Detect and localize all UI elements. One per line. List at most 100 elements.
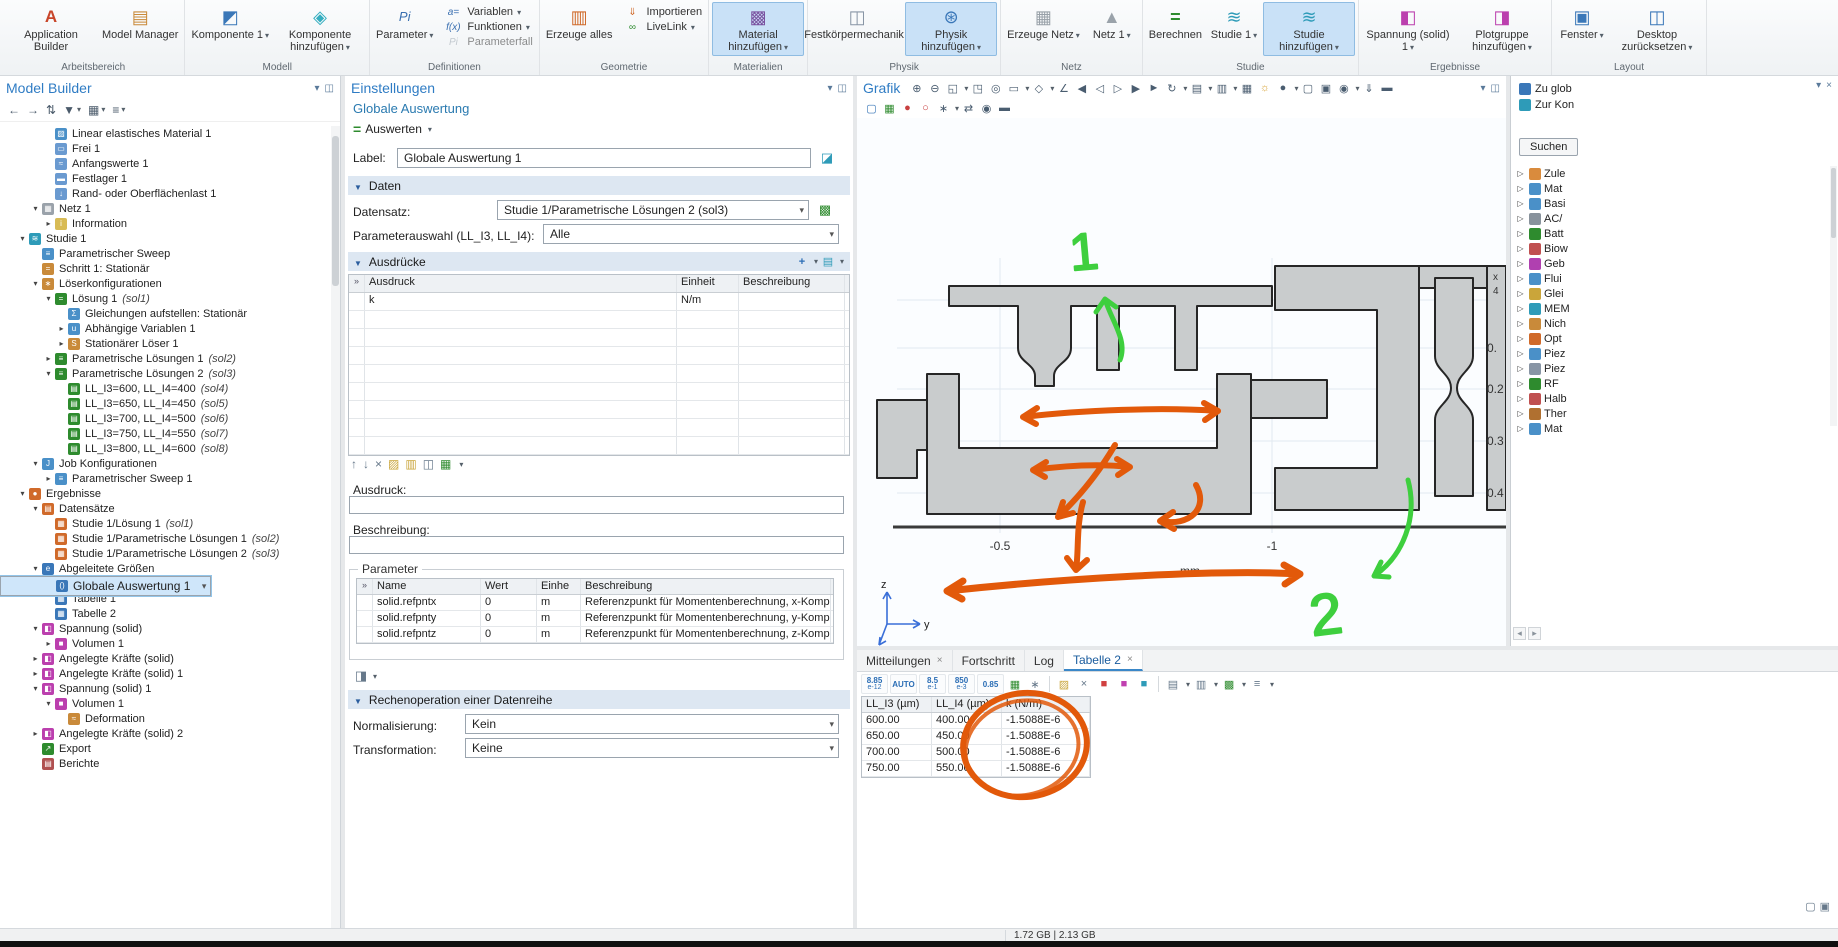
- play-animation-icon[interactable]: ►: [1145, 80, 1162, 97]
- empty-table-row[interactable]: [349, 437, 849, 455]
- print-graphics-icon[interactable]: ▬: [996, 100, 1013, 117]
- normalisierung-select[interactable]: Kein: [465, 714, 839, 734]
- tree-item-spannung-solid[interactable]: ▾◧Spannung (solid): [0, 621, 331, 636]
- marker-add-icon[interactable]: ●: [899, 100, 916, 117]
- measure-icon[interactable]: ∠: [1055, 80, 1072, 97]
- empty-table-row[interactable]: [349, 347, 849, 365]
- tree-item-tabelle-2[interactable]: ▦Tabelle 2: [0, 606, 331, 621]
- table-row[interactable]: 750.00550.00-1.5088E-6: [862, 761, 1090, 777]
- format-engineering-icon[interactable]: 850e-3: [948, 674, 975, 694]
- format-full-precision-icon[interactable]: 8.85e-12: [861, 674, 888, 694]
- material-category-ther-16[interactable]: ▷Ther: [1513, 406, 1570, 421]
- tree-item-information[interactable]: ▸iInformation: [0, 216, 331, 231]
- move-up-icon[interactable]: ↑: [351, 457, 357, 471]
- pin-panel-icon[interactable]: ◫: [1491, 83, 1500, 94]
- vertical-scrollbar[interactable]: [1830, 166, 1837, 426]
- plot-table-icon[interactable]: ▩: [1220, 675, 1238, 693]
- image-snapshot-icon[interactable]: ◉: [1335, 80, 1352, 97]
- last-solution-icon[interactable]: ▶: [1127, 80, 1144, 97]
- evaluate-button[interactable]: Auswerten ▾: [353, 121, 432, 137]
- color-teal-icon[interactable]: ■: [1135, 675, 1153, 693]
- expander-closed-icon[interactable]: ▷: [1515, 349, 1526, 358]
- equation-view-icon[interactable]: [817, 148, 837, 168]
- material-category-rf-14[interactable]: ▷RF: [1513, 376, 1570, 391]
- gear-settings-icon[interactable]: ∗: [935, 100, 952, 117]
- format-decimal-icon[interactable]: 0.85: [977, 674, 1004, 694]
- expander-closed-icon[interactable]: ▸: [43, 639, 54, 648]
- tree-item-frei-1[interactable]: ▭Frei 1: [0, 141, 331, 156]
- section-daten[interactable]: Daten: [348, 176, 850, 195]
- tree-item-studie-1-l-sung-1[interactable]: ▦Studie 1/Lösung 1(sol1): [0, 516, 331, 531]
- ribbon-button-plotgruppe-hinzuf-gen[interactable]: ◨Plotgruppe hinzufügen▾: [1456, 2, 1548, 56]
- ribbon-button-livelink[interactable]: ∞LiveLink▾: [617, 20, 705, 34]
- parameterauswahl-select[interactable]: Alle: [543, 224, 839, 244]
- ribbon-button-studie-1[interactable]: ≋Studie 1▾: [1207, 2, 1261, 44]
- pin-panel-icon[interactable]: ◫: [838, 83, 847, 94]
- tree-item-studie-1-parametrische-l-sungen-1[interactable]: ▦Studie 1/Parametrische Lösungen 1(sol2): [0, 531, 331, 546]
- expander-open-icon[interactable]: ▾: [43, 369, 54, 378]
- tab-fortschritt[interactable]: Fortschritt: [953, 650, 1025, 671]
- expander-closed-icon[interactable]: ▷: [1515, 289, 1526, 298]
- table-row[interactable]: 700.00500.00-1.5088E-6: [862, 745, 1090, 761]
- expander-closed-icon[interactable]: ▸: [43, 219, 54, 228]
- model-tree-scrollbar[interactable]: [331, 126, 340, 928]
- expander-open-icon[interactable]: ▾: [17, 489, 28, 498]
- empty-table-row[interactable]: [349, 401, 849, 419]
- edit-table-icon[interactable]: ▨: [1055, 675, 1073, 693]
- scroll-right-icon[interactable]: ▸: [1528, 627, 1541, 640]
- panel-menu-icon[interactable]: ▾: [1481, 83, 1486, 94]
- ribbon-button-physik-hinzuf-gen[interactable]: ⊛Physik hinzufügen▾: [905, 2, 997, 56]
- tree-item-job-konfigurationen[interactable]: ▾JJob Konfigurationen: [0, 456, 331, 471]
- expander-closed-icon[interactable]: ▷: [1515, 229, 1526, 238]
- material-category-mat-17[interactable]: ▷Mat: [1513, 421, 1570, 436]
- expander-closed-icon[interactable]: ▷: [1515, 364, 1526, 373]
- zoom-box-icon[interactable]: ◱: [944, 80, 961, 97]
- gear-settings-icon[interactable]: ∗: [1026, 675, 1044, 693]
- tree-item-studie-1[interactable]: ▾≋Studie 1: [0, 231, 331, 246]
- section-rechenoperation[interactable]: Rechenoperation einer Datenreihe: [348, 690, 850, 709]
- next-solution-icon[interactable]: ▷: [1109, 80, 1126, 97]
- axis-limits-icon[interactable]: ▭: [1005, 80, 1022, 97]
- synchronize-icon[interactable]: ⇄: [960, 100, 977, 117]
- filter-icon[interactable]: ▼▾: [63, 103, 81, 117]
- load-expression-icon[interactable]: ▥: [405, 457, 416, 471]
- color-red-icon[interactable]: ■: [1095, 675, 1113, 693]
- expander-open-icon[interactable]: ▾: [30, 624, 41, 633]
- ribbon-button-fenster[interactable]: ▣Fenster▾: [1555, 2, 1609, 44]
- tree-item-ll-i3-600-ll-i4-400[interactable]: ▤LL_I3=600, LL_I4=400(sol4): [0, 381, 331, 396]
- ribbon-button-application-builder[interactable]: AApplication Builder: [5, 2, 97, 55]
- material-category-nich-10[interactable]: ▷Nich: [1513, 316, 1570, 331]
- scroll-left-icon[interactable]: ◂: [1513, 627, 1526, 640]
- goto-button-zu-glob[interactable]: Zu glob: [1515, 82, 1576, 96]
- transformation-select[interactable]: Keine: [465, 738, 839, 758]
- tree-item-volumen-1[interactable]: ▾■Volumen 1: [0, 696, 331, 711]
- horizontal-scrollbar[interactable]: ◂ ▸: [1513, 627, 1541, 640]
- expander-open-icon[interactable]: ▾: [30, 459, 41, 468]
- expander-closed-icon[interactable]: ▸: [43, 354, 54, 363]
- empty-table-row[interactable]: [349, 311, 849, 329]
- table-settings-icon[interactable]: ▦: [1006, 675, 1024, 693]
- ribbon-button-parameter[interactable]: PiParameter▾: [373, 2, 436, 44]
- expander-closed-icon[interactable]: ▷: [1515, 319, 1526, 328]
- nav-forward-icon[interactable]: →: [27, 103, 39, 117]
- expander-closed-icon[interactable]: ▷: [1515, 169, 1526, 178]
- zoom-out-icon[interactable]: ⊖: [926, 80, 943, 97]
- tree-item-festlager-1[interactable]: ▬Festlager 1: [0, 171, 331, 186]
- delete-row-icon[interactable]: ×: [375, 457, 382, 471]
- expander-closed-icon[interactable]: ▷: [1515, 334, 1526, 343]
- tree-item-globale-auswertung-1[interactable]: ()Globale Auswertung 1: [0, 576, 211, 596]
- pin-panel-icon[interactable]: ◫: [325, 83, 334, 94]
- material-category-batt-4[interactable]: ▷Batt: [1513, 226, 1570, 241]
- tree-menu-icon[interactable]: ≡▾: [112, 103, 125, 117]
- nav-back-icon[interactable]: ←: [8, 103, 20, 117]
- tab-mitteilungen[interactable]: Mitteilungen: [857, 650, 953, 671]
- empty-table-row[interactable]: [349, 383, 849, 401]
- expander-closed-icon[interactable]: ▸: [43, 474, 54, 483]
- expander-open-icon[interactable]: ▾: [30, 504, 41, 513]
- expander-closed-icon[interactable]: ▷: [1515, 409, 1526, 418]
- zoom-extents-icon[interactable]: ◳: [969, 80, 986, 97]
- tree-item-abh-ngige-variablen-1[interactable]: ▸uAbhängige Variablen 1: [0, 321, 331, 336]
- material-category-piez-13[interactable]: ▷Piez: [1513, 361, 1570, 376]
- ribbon-button-komponente-hinzuf-gen[interactable]: ◈Komponente hinzufügen▾: [274, 2, 366, 56]
- table-row[interactable]: 650.00450.00-1.5088E-6: [862, 729, 1090, 745]
